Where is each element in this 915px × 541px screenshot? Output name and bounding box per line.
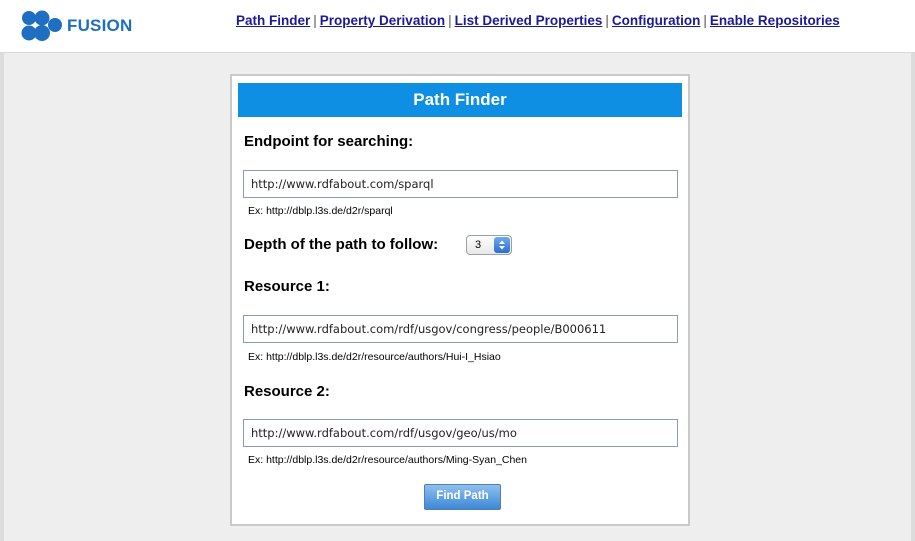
path-finder-panel: Path Finder Endpoint for searching: Ex: …	[230, 74, 690, 526]
resource2-label: Resource 2:	[244, 383, 330, 400]
depth-select-value: 3	[475, 239, 482, 251]
panel-title: Path Finder	[238, 83, 682, 117]
nav-separator: |	[703, 13, 707, 28]
nav-property-derivation[interactable]: Property Derivation	[320, 13, 445, 28]
nav-separator: |	[313, 13, 317, 28]
resource2-input[interactable]	[243, 419, 678, 447]
top-nav: Path Finder | Property Derivation | List Der…	[236, 13, 840, 28]
header: FUSION Path Finder | Property Derivation | L…	[0, 0, 915, 53]
nav-list-derived-properties[interactable]: List Derived Properties	[455, 13, 603, 28]
nav-path-finder[interactable]: Path Finder	[236, 13, 310, 28]
select-arrows-icon	[494, 237, 510, 253]
resource1-example: Ex: http://dblp.l3s.de/d2r/resource/auth…	[248, 351, 501, 363]
endpoint-input[interactable]	[243, 170, 678, 198]
nav-separator: |	[605, 13, 609, 28]
fusion-logo[interactable]: FUSION	[20, 6, 132, 46]
logo-text: FUSION	[67, 16, 133, 35]
find-path-button[interactable]: Find Path	[424, 484, 501, 510]
depth-select[interactable]: 3	[466, 235, 512, 255]
endpoint-example: Ex: http://dblp.l3s.de/d2r/sparql	[248, 205, 393, 217]
fusion-logo-icon	[21, 10, 62, 41]
nav-configuration[interactable]: Configuration	[612, 13, 700, 28]
resource1-input[interactable]	[243, 315, 678, 343]
resource2-example: Ex: http://dblp.l3s.de/d2r/resource/auth…	[248, 454, 527, 466]
nav-separator: |	[448, 13, 452, 28]
nav-enable-repositories[interactable]: Enable Repositories	[710, 13, 840, 28]
depth-label: Depth of the path to follow:	[244, 236, 439, 253]
endpoint-label: Endpoint for searching:	[244, 133, 414, 150]
resource1-label: Resource 1:	[244, 278, 330, 295]
